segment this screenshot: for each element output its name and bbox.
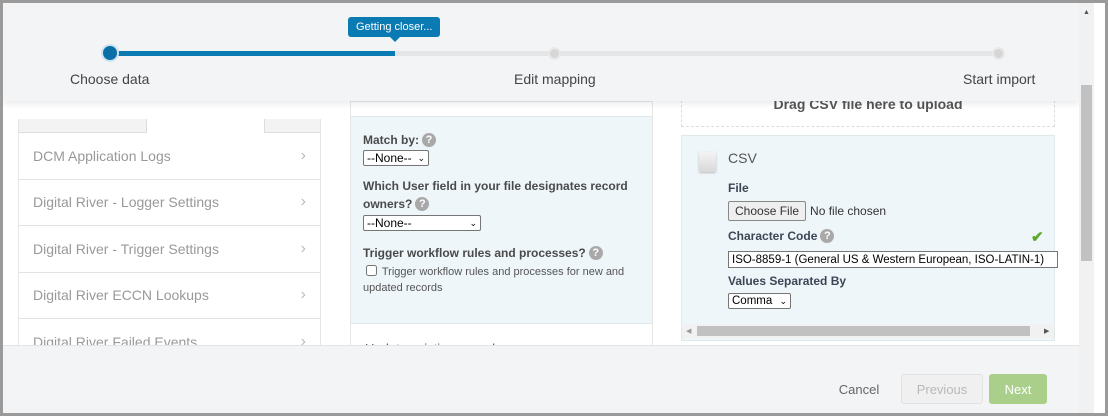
step-dot [992, 47, 1005, 60]
file-label: File [728, 181, 749, 195]
list-item[interactable]: DCM Application Logs › [19, 133, 320, 180]
chevron-right-icon: › [300, 286, 306, 304]
step-dot-active [103, 46, 117, 60]
separator-select[interactable]: Comma ⌄ [728, 293, 791, 309]
list-tabs [19, 119, 320, 133]
match-by-select[interactable]: --None-- ⌄ [363, 150, 429, 166]
help-icon[interactable]: ? [820, 229, 835, 243]
choose-file-button[interactable]: Choose File [728, 201, 807, 221]
object-list: DCM Application Logs › Digital River - Lo… [18, 119, 321, 367]
horizontal-scrollbar[interactable]: ◀ ▶ [682, 324, 1054, 338]
list-item[interactable]: Digital River - Logger Settings › [19, 180, 320, 226]
file-icon [699, 152, 716, 172]
charcode-select[interactable]: ISO-8859-1 (General US & Western Europea… [728, 251, 1058, 268]
checkmark-icon: ✔ [1031, 229, 1044, 246]
progress-fill [110, 51, 395, 56]
trigger-checkbox[interactable] [366, 265, 377, 276]
scrollbar-thumb[interactable] [697, 326, 1030, 336]
options-section: Match by:? --None-- ⌄ Which User field in… [351, 116, 652, 324]
previous-button[interactable]: Previous [901, 374, 983, 404]
item-label: Digital River - Trigger Settings [33, 240, 219, 257]
file-type-label: CSV [728, 150, 757, 166]
separator-label: Values Separated By [728, 274, 847, 288]
scroll-up-icon[interactable]: ▲ [1083, 9, 1090, 16]
charcode-label: Character Code? [728, 229, 835, 243]
step-label: Start import [963, 71, 1036, 87]
chevron-right-icon: › [300, 146, 306, 164]
help-icon[interactable]: ? [588, 246, 603, 260]
item-label: Digital River - Logger Settings [33, 194, 219, 211]
scrollbar-thumb[interactable] [1081, 85, 1092, 261]
scroll-right-icon[interactable]: ▶ [1044, 327, 1049, 335]
match-by-label: Match by:? [363, 131, 643, 149]
import-options-panel: Match by:? --None-- ⌄ Which User field in… [350, 101, 653, 361]
csv-settings: CSV File Choose File No file chosen Char… [681, 135, 1058, 341]
trigger-checkbox-label[interactable]: Trigger workflow rules and processes for… [363, 266, 624, 294]
next-button[interactable]: Next [989, 374, 1047, 404]
cancel-button[interactable]: Cancel [829, 374, 889, 404]
owner-field-label: Which User field in your file designates… [363, 179, 628, 211]
step-label: Choose data [70, 71, 150, 87]
scroll-left-icon[interactable]: ◀ [686, 327, 691, 335]
progress-tooltip: Getting closer... [348, 17, 441, 42]
trigger-option: Trigger workflow rules and processes for… [363, 264, 643, 296]
tab[interactable] [19, 119, 147, 133]
owner-field-select[interactable]: --None-- ⌄ [363, 215, 481, 231]
chevron-down-icon: ⌄ [779, 295, 787, 306]
item-label: DCM Application Logs [33, 147, 171, 164]
step-label: Edit mapping [514, 71, 596, 87]
chevron-down-icon: ⌄ [469, 217, 477, 228]
list-item[interactable]: Digital River - Trigger Settings › [19, 226, 320, 273]
item-label: Digital River ECCN Lookups [33, 287, 209, 304]
no-file-text: No file chosen [810, 204, 887, 218]
list-item[interactable]: Digital River ECCN Lookups › [19, 273, 320, 319]
upload-panel: Drag CSV file here to upload CSV File Ch… [681, 81, 1058, 341]
help-icon[interactable]: ? [422, 133, 437, 147]
wizard-footer: Cancel Previous Next [3, 345, 1079, 413]
progress-header: Getting closer... Choose data Edit mappi… [3, 3, 1079, 101]
step-dot [548, 47, 561, 60]
trigger-label: Trigger workflow rules and processes?? [363, 244, 643, 262]
tab[interactable] [264, 119, 320, 133]
chevron-down-icon: ⌄ [417, 152, 425, 163]
file-input[interactable]: Choose File No file chosen [728, 201, 886, 221]
chevron-right-icon: › [300, 239, 306, 257]
import-wizard: DCM Application Logs › Digital River - Lo… [0, 0, 1108, 416]
help-icon[interactable]: ? [415, 197, 430, 211]
vertical-scrollbar[interactable]: ▲ [1079, 3, 1094, 413]
chevron-right-icon: › [300, 193, 306, 211]
